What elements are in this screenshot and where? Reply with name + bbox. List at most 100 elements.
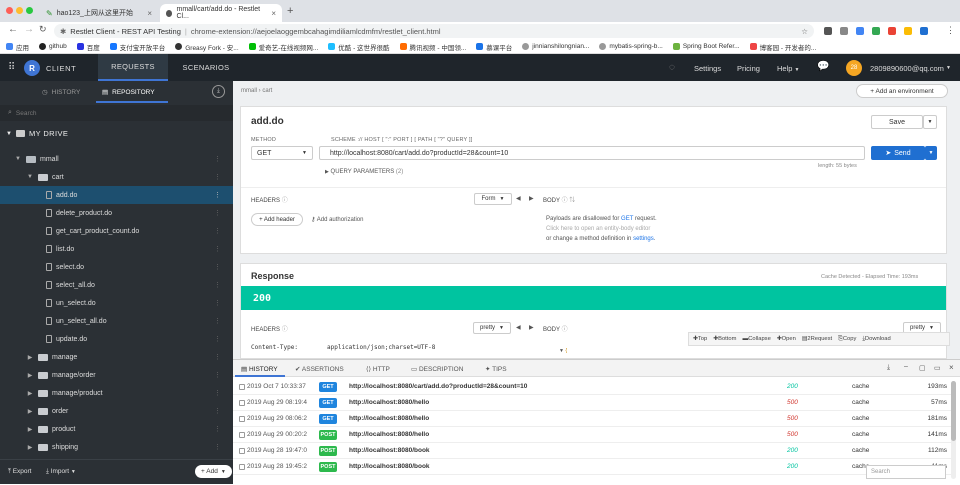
tab-tips[interactable]: ✦ TIPS: [485, 365, 507, 373]
chrome-menu-icon[interactable]: ⋮: [946, 25, 955, 36]
history-checkbox[interactable]: [239, 399, 247, 406]
tab-assertions[interactable]: ✔ ASSERTIONS: [295, 365, 344, 373]
bookmark-jinnianshilongnian[interactable]: jinnianshilongnian...: [522, 43, 589, 50]
open-button[interactable]: ✚Open: [777, 336, 796, 342]
sort-icon[interactable]: ⇅: [569, 198, 575, 204]
request-item[interactable]: un_select_all.do ⋮: [0, 312, 233, 330]
omnibox[interactable]: ✱ Restlet Client - REST API Testing | ch…: [54, 24, 814, 38]
save-options-button[interactable]: ▼: [923, 115, 937, 129]
bookmark-iqiyi[interactable]: 爱奇艺-在线视频网...: [248, 42, 318, 52]
close-tab-icon[interactable]: ×: [271, 9, 276, 18]
bookmark-alipay[interactable]: 支付宝开放平台: [109, 42, 165, 52]
add-authorization-link[interactable]: ⚷ Add authorization: [311, 216, 363, 223]
request-item[interactable]: un_select.do ⋮: [0, 294, 233, 312]
bookmark-mooc[interactable]: 慕课平台: [476, 42, 512, 52]
extension-icon[interactable]: [888, 27, 896, 35]
chevron-down-icon[interactable]: ▼: [26, 174, 34, 180]
help-menu[interactable]: Help ▼: [777, 64, 799, 73]
bookmark-spring-boot[interactable]: Spring Boot Refer...: [672, 43, 740, 50]
bookmark-cnblogs[interactable]: 博客园 - 开发者的...: [749, 42, 816, 52]
form-select[interactable]: Form ▼: [474, 193, 512, 205]
extension-icon[interactable]: [824, 27, 832, 35]
bookmark-apps[interactable]: 应用: [6, 42, 29, 52]
project-item[interactable]: ▼ mmall ⋮: [0, 150, 233, 168]
collapse-left-icon[interactable]: ◀: [516, 324, 521, 331]
open-body-editor-link[interactable]: Click here to open an entity-body editor: [546, 224, 657, 234]
add-environment-button[interactable]: + Add an environment: [856, 84, 948, 98]
bookmark-greasyfork[interactable]: Greasy Fork - 安...: [175, 42, 239, 52]
history-checkbox[interactable]: [239, 431, 247, 438]
chevron-right-icon[interactable]: ▶: [26, 390, 34, 397]
collapse-right-icon[interactable]: ▶: [529, 324, 534, 331]
history-row[interactable]: 2019 Aug 29 08:06:2 GET http://localhost:8…: [233, 411, 953, 427]
bookmark-tencent-video[interactable]: 腾讯视频 - 中国领...: [399, 42, 466, 52]
item-menu-icon[interactable]: ⋮: [214, 317, 221, 325]
bookmark-star-icon[interactable]: ☆: [801, 27, 808, 36]
item-menu-icon[interactable]: ⋮: [214, 443, 221, 451]
user-email[interactable]: 2809890600@qq.com: [870, 64, 944, 73]
avatar[interactable]: 28: [846, 60, 862, 76]
save-button[interactable]: Save: [871, 115, 923, 129]
add-header-button[interactable]: + Add header: [251, 213, 303, 226]
to-request-button[interactable]: ▤2Request: [802, 336, 832, 342]
request-item[interactable]: get_cart_product_count.do ⋮: [0, 222, 233, 240]
request-name[interactable]: add.do: [251, 116, 284, 127]
export-button[interactable]: ⤒ Export: [8, 468, 31, 476]
item-menu-icon[interactable]: ⋮: [214, 245, 221, 253]
chevron-down-icon[interactable]: ▼: [14, 156, 22, 162]
request-item[interactable]: add.do ⋮: [0, 186, 233, 204]
sidebar-search[interactable]: ⌕ Search: [0, 105, 233, 121]
bookmark-baidu[interactable]: 百度: [76, 42, 100, 52]
chevron-right-icon[interactable]: ▶: [26, 372, 34, 379]
chevron-down-icon[interactable]: ▼: [946, 65, 951, 71]
item-menu-icon[interactable]: ⋮: [214, 389, 221, 397]
reload-icon[interactable]: ↻: [39, 24, 47, 35]
restore-icon[interactable]: ▢: [919, 364, 926, 372]
history-row[interactable]: 2019 Oct 7 10:33:37 GET http://localhost:8…: [233, 379, 953, 395]
download-button[interactable]: ⤓Download: [862, 336, 890, 343]
settings-link[interactable]: settings: [633, 236, 654, 242]
item-menu-icon[interactable]: ⋮: [214, 281, 221, 289]
forward-icon[interactable]: →: [24, 24, 34, 35]
sync-icon[interactable]: ◌: [669, 62, 675, 73]
tab-http[interactable]: ⟨⟩ HTTP: [366, 365, 390, 373]
request-item[interactable]: select.do ⋮: [0, 258, 233, 276]
bookmark-github[interactable]: github: [39, 43, 67, 50]
item-menu-icon[interactable]: ⋮: [214, 335, 221, 343]
request-item[interactable]: select_all.do ⋮: [0, 276, 233, 294]
chevron-right-icon[interactable]: ▶: [26, 426, 34, 433]
minimize-window-dot[interactable]: [16, 7, 23, 14]
item-menu-icon[interactable]: ⋮: [214, 425, 221, 433]
tab-description[interactable]: ▭ DESCRIPTION: [411, 365, 463, 373]
history-row[interactable]: 2019 Aug 29 08:19:4 GET http://localhost:8…: [233, 395, 953, 411]
extension-icon[interactable]: [840, 27, 848, 35]
history-search-input[interactable]: Search: [866, 465, 946, 479]
sidebar-tab-repository[interactable]: ▤ REPOSITORY: [102, 88, 155, 97]
settings-link[interactable]: Settings: [694, 64, 721, 73]
sidebar-tab-history[interactable]: ◷ HISTORY: [42, 88, 80, 97]
tab-history[interactable]: ▤ HISTORY: [241, 365, 278, 373]
extension-icon[interactable]: [856, 27, 864, 35]
folder-item[interactable]: ▶ manage/product ⋮: [0, 384, 233, 402]
bookmark-youku[interactable]: 优酷 - 这世界很酷: [328, 42, 390, 52]
item-menu-icon[interactable]: ⋮: [214, 263, 221, 271]
history-row[interactable]: 2019 Aug 28 19:45:2 POST http://localhost:…: [233, 459, 953, 475]
add-button[interactable]: + Add ▼: [195, 465, 232, 478]
browser-tab-hao123[interactable]: ✎ hao123_上网从这里开始 ×: [40, 4, 158, 22]
query-parameters-toggle[interactable]: ▶ QUERY PARAMETERS (2): [325, 169, 403, 175]
collapse-button[interactable]: ▬Collapse: [742, 336, 770, 342]
headers-pretty-select[interactable]: pretty ▼: [473, 322, 511, 334]
item-menu-icon[interactable]: ⋮: [214, 191, 221, 199]
history-checkbox[interactable]: [239, 415, 247, 422]
request-item[interactable]: update.do ⋮: [0, 330, 233, 348]
send-options-button[interactable]: ▼: [925, 146, 937, 160]
copy-button[interactable]: ⎘Copy: [838, 336, 856, 343]
history-scrollbar[interactable]: [951, 381, 956, 479]
minimize-icon[interactable]: –: [904, 363, 908, 370]
import-button[interactable]: ⤓ Import ▼: [46, 468, 76, 476]
close-window-dot[interactable]: [6, 7, 13, 14]
history-row[interactable]: 2019 Aug 28 19:47:0 POST http://localhost:…: [233, 443, 953, 459]
item-menu-icon[interactable]: ⋮: [214, 155, 221, 163]
chat-icon[interactable]: 💬: [817, 61, 829, 72]
download-icon[interactable]: ⤓: [887, 364, 890, 372]
